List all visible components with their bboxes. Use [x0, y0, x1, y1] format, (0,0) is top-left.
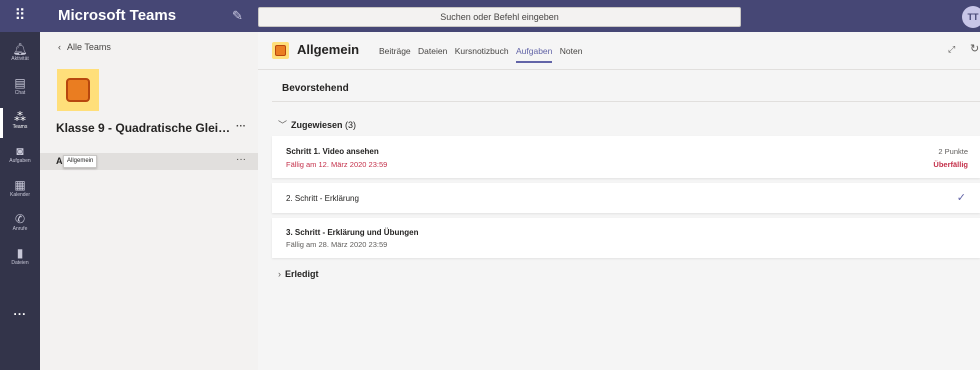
back-to-teams-link[interactable]: ‹ Alle Teams — [58, 42, 111, 52]
done-group-toggle[interactable]: › Erledigt — [278, 269, 319, 279]
done-label: Erledigt — [285, 269, 319, 279]
chat-icon: ▤ — [14, 76, 26, 90]
tab-assignments[interactable]: Aufgaben — [515, 46, 553, 63]
tab-bar: Beiträge Dateien Kursnotizbuch Aufgaben … — [379, 46, 587, 63]
rail-item-label: Anrufe — [12, 226, 28, 232]
rail-item-label: Chat — [14, 90, 26, 96]
rail-item-label: Kalender — [9, 192, 30, 198]
tab-posts[interactable]: Beiträge — [379, 46, 411, 56]
assignment-title: 3. Schritt - Erklärung und Übungen — [286, 228, 419, 237]
rail-item-label: Dateien — [11, 260, 29, 266]
team-panel: ‹ Alle Teams Klasse 9 - Quadratische Glei… — [40, 32, 258, 370]
team-avatar — [57, 69, 99, 111]
assigned-group-toggle[interactable]: ﹀ Zugewiesen (3) — [278, 118, 356, 131]
tab-files[interactable]: Dateien — [418, 46, 447, 56]
chevron-left-icon: ‹ — [58, 42, 61, 52]
overdue-badge: Überfällig — [933, 160, 968, 169]
rail-item-activity[interactable]: 🔔︎ Aktivität — [0, 38, 40, 72]
assignment-title: 2. Schritt - Erklärung — [286, 194, 359, 203]
bell-icon: 🔔︎ — [12, 42, 28, 56]
divider — [272, 101, 980, 102]
avatar[interactable]: TT — [962, 6, 980, 28]
channel-header: Allgemein Beiträge Dateien Kursnotizbuch… — [258, 32, 980, 70]
chevron-down-icon: ﹀ — [278, 120, 288, 130]
reload-icon[interactable]: ↻ — [970, 42, 979, 55]
rail-item-label: Teams — [12, 124, 28, 130]
channel-title: Allgemein — [297, 42, 360, 57]
tab-class-notebook[interactable]: Kursnotizbuch — [455, 46, 509, 56]
title-bar: ⠿ Microsoft Teams ✎ Suchen oder Befehl e… — [0, 0, 980, 32]
new-chat-icon[interactable]: ✎ — [232, 7, 243, 25]
channel-icon — [272, 42, 289, 59]
assignment-card[interactable]: Schritt 1. Video ansehen Fällig am 12. M… — [272, 136, 980, 178]
expand-icon[interactable]: ⤢ — [948, 44, 955, 55]
chevron-right-icon: › — [278, 269, 281, 279]
app-launcher-icon[interactable]: ⠿ — [10, 6, 30, 26]
team-name: Klasse 9 - Quadratische Gleichungen — [56, 121, 236, 135]
assigned-label: Zugewiesen — [291, 120, 343, 130]
channel-tooltip: Allgemein — [63, 155, 98, 168]
assignment-due: Fällig am 28. März 2020 23:59 — [286, 240, 388, 249]
rail-item-calendar[interactable]: ▦ Kalender — [0, 174, 40, 208]
assignment-title: Schritt 1. Video ansehen — [286, 147, 379, 156]
rail-item-assignments[interactable]: ◙ Aufgaben — [0, 140, 40, 174]
team-more-options-button[interactable]: ··· — [236, 121, 246, 132]
assignments-icon: ◙ — [16, 144, 24, 158]
assignment-points: 2 Punkte — [938, 147, 968, 156]
rail-item-label: Aktivität — [11, 56, 29, 62]
upcoming-heading: Bevorstehend — [282, 83, 349, 94]
main-content: Allgemein Beiträge Dateien Kursnotizbuch… — [258, 32, 980, 370]
channel-item-general[interactable]: Al Allgemein ··· — [40, 153, 258, 170]
assigned-count: (3) — [345, 120, 357, 130]
search-input[interactable]: Suchen oder Befehl eingeben — [258, 7, 741, 27]
rail-item-chat[interactable]: ▤ Chat — [0, 72, 40, 106]
phone-icon: ✆ — [14, 212, 26, 226]
assignment-card[interactable]: 2. Schritt - Erklärung ✓ — [272, 183, 980, 213]
teams-icon: ⁂ — [14, 110, 26, 124]
assignment-card[interactable]: 3. Schritt - Erklärung und Übungen Fälli… — [272, 218, 980, 258]
app-title: Microsoft Teams — [58, 7, 177, 24]
calendar-icon: ▦ — [14, 178, 26, 192]
app-rail: 🔔︎ Aktivität ▤ Chat ⁂ Teams ◙ Aufgaben ▦… — [0, 32, 40, 370]
rail-item-files[interactable]: ▮ Dateien — [0, 242, 40, 276]
more-apps-button[interactable]: ... — [0, 304, 40, 318]
files-icon: ▮ — [16, 246, 24, 260]
checkmark-icon: ✓ — [956, 192, 966, 204]
tab-grades[interactable]: Noten — [560, 46, 583, 56]
channel-more-options-button[interactable]: ··· — [236, 154, 246, 165]
rail-item-label: Aufgaben — [9, 158, 31, 164]
rail-item-calls[interactable]: ✆ Anrufe — [0, 208, 40, 242]
rail-item-teams[interactable]: ⁂ Teams — [0, 106, 40, 140]
back-link-label: Alle Teams — [67, 42, 111, 52]
assignment-due: Fällig am 12. März 2020 23:59 — [286, 160, 388, 169]
